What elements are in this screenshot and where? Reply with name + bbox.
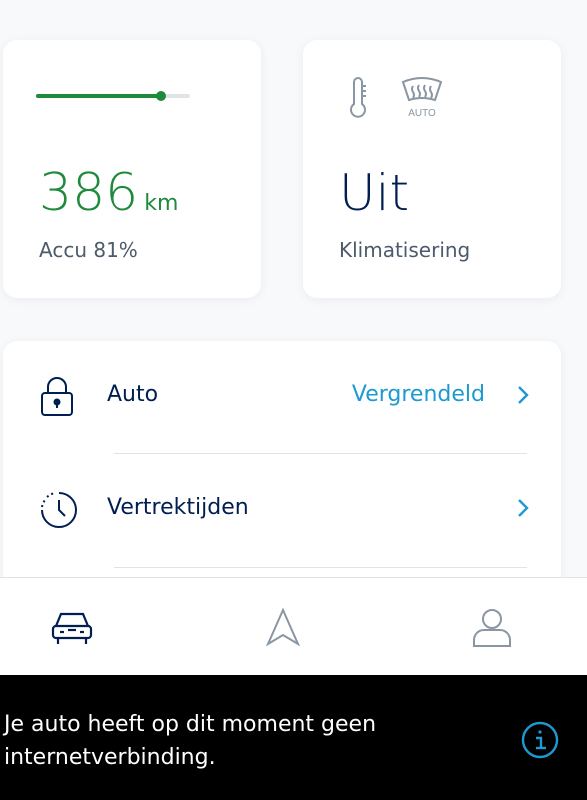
navigation-arrow-icon[interactable] bbox=[265, 607, 301, 650]
list-item-label: Vertrektijden bbox=[107, 495, 249, 520]
charge-level-marker bbox=[155, 91, 166, 101]
battery-range-card[interactable]: 386 km Accu 81% bbox=[3, 40, 261, 298]
toast-message: Je auto heeft op dit moment geen interne… bbox=[4, 712, 377, 770]
range-readout: 386 km bbox=[39, 160, 178, 237]
charge-level-fill bbox=[36, 94, 161, 98]
info-icon[interactable] bbox=[520, 720, 560, 764]
climate-label: Klimatisering bbox=[339, 238, 471, 262]
range-value: 386 bbox=[39, 163, 139, 223]
chevron-right-icon bbox=[517, 498, 529, 522]
range-unit: km bbox=[144, 191, 179, 216]
list-item-label: Auto bbox=[107, 382, 159, 407]
bottom-navigation bbox=[0, 577, 587, 675]
divider bbox=[114, 567, 527, 568]
timer-icon bbox=[39, 490, 79, 534]
defrost-auto-icon: AUTO bbox=[400, 76, 444, 124]
charge-level-bar bbox=[36, 91, 190, 101]
climate-card[interactable]: AUTO Uit Klimatisering bbox=[303, 40, 561, 298]
list-item-lock-status[interactable]: Auto Vergrendeld bbox=[3, 341, 561, 453]
chevron-right-icon bbox=[517, 385, 529, 409]
offline-toast: Je auto heeft op dit moment geen interne… bbox=[0, 675, 587, 800]
thermometer-icon bbox=[347, 76, 369, 124]
climate-status-value: Uit bbox=[339, 164, 410, 222]
lock-icon bbox=[39, 377, 75, 421]
defrost-auto-badge: AUTO bbox=[408, 108, 436, 119]
lock-status-value: Vergrendeld bbox=[351, 382, 485, 407]
car-icon[interactable] bbox=[51, 608, 93, 650]
profile-icon[interactable] bbox=[472, 608, 512, 652]
battery-charge-label: Accu 81% bbox=[39, 238, 138, 262]
vehicle-status-list: Auto Vergrendeld Vertrektijden bbox=[3, 341, 561, 601]
list-item-departure-times[interactable]: Vertrektijden bbox=[3, 454, 561, 566]
